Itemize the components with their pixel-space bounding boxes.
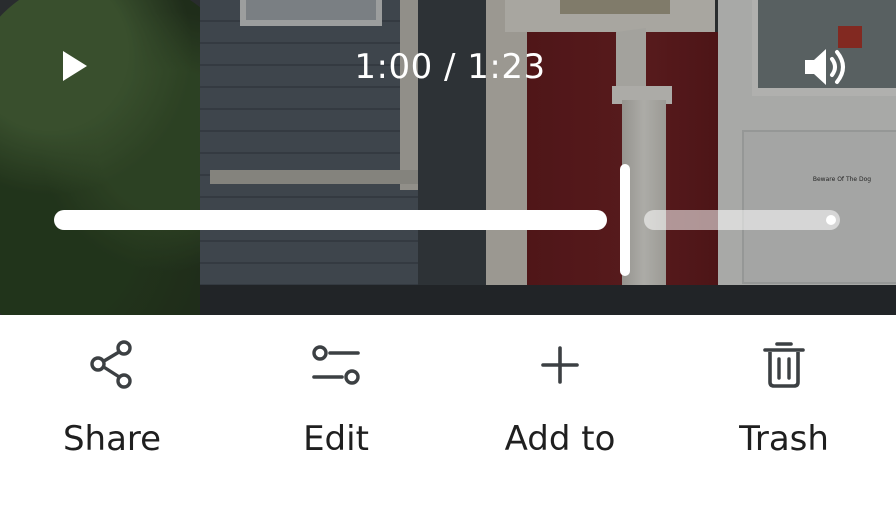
- add-to-button[interactable]: Add to: [460, 337, 660, 487]
- add-to-label: Add to: [504, 419, 616, 459]
- trash-label: Trash: [739, 419, 829, 459]
- scrubber-end-dot: [826, 215, 836, 225]
- plus-icon: [532, 337, 588, 393]
- volume-icon: [805, 49, 845, 85]
- trash-icon: [756, 337, 812, 393]
- scrubber-played-track: [54, 210, 607, 230]
- scrubber-remaining-track: [644, 210, 840, 230]
- share-icon: [84, 337, 140, 393]
- video-scrubber[interactable]: [54, 160, 844, 280]
- scrubber-playhead[interactable]: [620, 164, 630, 276]
- share-button[interactable]: Share: [12, 337, 212, 487]
- play-button[interactable]: [52, 44, 96, 88]
- play-icon: [63, 51, 87, 81]
- trash-button[interactable]: Trash: [684, 337, 884, 487]
- edit-button[interactable]: Edit: [236, 337, 436, 487]
- time-display: 1:00 / 1:23: [354, 47, 546, 87]
- share-label: Share: [62, 419, 162, 459]
- edit-label: Edit: [303, 419, 369, 459]
- action-bar: Share Edit Add to Trash: [0, 315, 896, 512]
- photo-viewer: Beware Of The Dog 1:00 / 1:23 Share Edit…: [0, 0, 896, 512]
- video-frame[interactable]: Beware Of The Dog 1:00 / 1:23: [0, 0, 896, 315]
- edit-sliders-icon: [308, 337, 364, 393]
- volume-button[interactable]: [800, 44, 852, 90]
